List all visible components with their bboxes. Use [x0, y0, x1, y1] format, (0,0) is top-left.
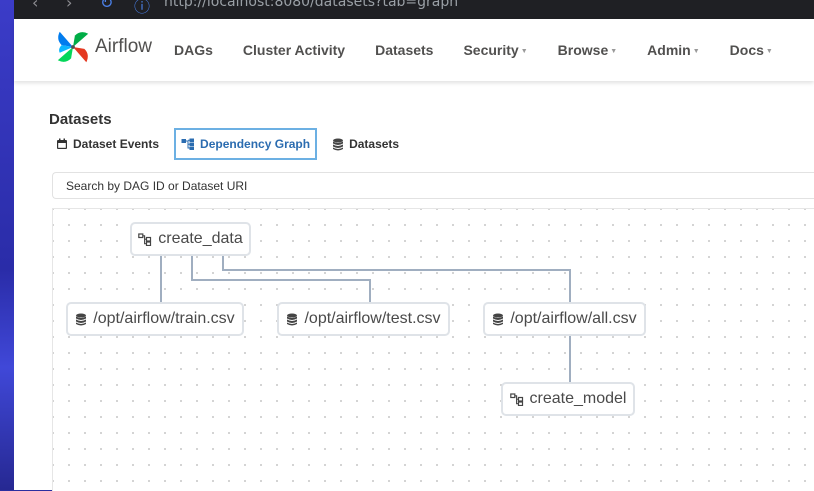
forward-icon[interactable]: ›	[66, 0, 72, 12]
nav-item-label: Docs	[729, 42, 764, 58]
node-label: /opt/airflow/all.csv	[510, 310, 637, 327]
dag-icon	[509, 392, 524, 406]
page-title: Datasets	[49, 111, 112, 128]
dataset-node-test[interactable]: /opt/airflow/test.csv	[277, 302, 450, 336]
browser-toolbar: ‹ › ↻ ⓘ http://localhost:8080/datasets?t…	[14, 0, 814, 19]
database-icon	[492, 313, 504, 326]
tab-datasets[interactable]: Datasets	[325, 128, 406, 160]
dag-node-create-model[interactable]: create_model	[501, 382, 635, 416]
node-label: create_model	[529, 390, 627, 407]
node-label: /opt/airflow/test.csv	[304, 310, 441, 327]
back-icon[interactable]: ‹	[32, 0, 38, 12]
page: Airflow DAGs Cluster Activity Datasets Secu…	[14, 19, 814, 491]
main-nav: DAGs Cluster Activity Datasets Security ▼ Bro…	[174, 19, 803, 81]
nav-item-admin[interactable]: Admin ▼	[647, 42, 700, 58]
database-icon	[75, 313, 87, 326]
graph-icon	[181, 138, 195, 150]
tab-label: Dependency Graph	[200, 137, 311, 151]
airflow-logo-icon	[57, 31, 89, 63]
nav-item-dags[interactable]: DAGs	[174, 42, 213, 58]
dag-icon	[138, 232, 152, 246]
reload-icon[interactable]: ↻	[100, 0, 113, 12]
brand-name: Airflow	[95, 36, 153, 57]
search-input[interactable]: Search by DAG ID or Dataset URI	[52, 172, 814, 199]
dataset-node-all[interactable]: /opt/airflow/all.csv	[483, 302, 646, 336]
nav-item-cluster-activity[interactable]: Cluster Activity	[243, 42, 345, 58]
nav-item-datasets[interactable]: Datasets	[375, 42, 433, 58]
nav-item-label: DAGs	[174, 42, 213, 58]
address-bar[interactable]: http://localhost:8080/datasets?tab=graph	[164, 0, 458, 10]
node-label: create_data	[158, 230, 243, 247]
tab-dataset-events[interactable]: Dataset Events	[49, 128, 166, 160]
brand-link[interactable]: Airflow	[54, 27, 152, 67]
tab-dependency-graph[interactable]: Dependency Graph	[174, 128, 318, 160]
chevron-down-icon: ▼	[692, 47, 700, 55]
nav-item-security[interactable]: Security ▼	[463, 42, 527, 58]
nav-item-label: Cluster Activity	[242, 42, 346, 58]
calendar-icon	[56, 138, 68, 150]
top-navbar: Airflow DAGs Cluster Activity Datasets Secu…	[14, 19, 814, 81]
dag-node-create-data[interactable]: create_data	[130, 222, 251, 256]
chevron-down-icon: ▼	[610, 47, 618, 55]
dependency-graph-canvas[interactable]: create_data/opt/airflow/train.csv/opt/ai…	[52, 208, 814, 491]
nav-item-label: Admin	[647, 42, 691, 58]
node-label: /opt/airflow/train.csv	[93, 310, 235, 327]
nav-item-docs[interactable]: Docs ▼	[730, 42, 773, 58]
edge-create-data-to-test	[191, 256, 371, 302]
chevron-down-icon: ▼	[520, 47, 528, 55]
site-info-icon[interactable]: ⓘ	[134, 0, 150, 17]
nav-item-browse[interactable]: Browse ▼	[558, 42, 618, 58]
nav-item-label: Datasets	[375, 42, 434, 58]
tab-label: Dataset Events	[73, 137, 160, 151]
tab-bar: Dataset Events Dependency Graph Datasets	[49, 128, 414, 160]
tab-label: Datasets	[349, 137, 400, 151]
database-icon	[286, 313, 298, 326]
database-icon	[332, 138, 344, 151]
desktop-background	[0, 0, 14, 490]
nav-item-label: Browse	[557, 42, 609, 58]
nav-item-label: Security	[463, 42, 519, 58]
dataset-node-train[interactable]: /opt/airflow/train.csv	[66, 302, 244, 336]
chevron-down-icon: ▼	[765, 47, 773, 55]
